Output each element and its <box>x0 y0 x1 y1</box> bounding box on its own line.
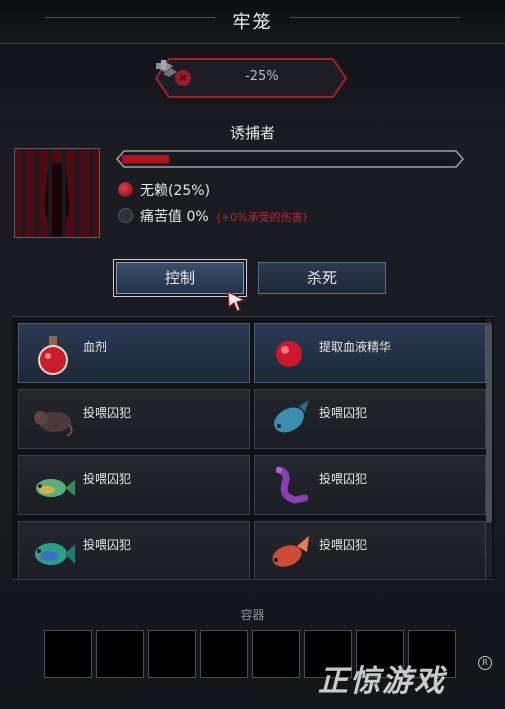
blocks-small-icon <box>156 60 166 69</box>
slot-feed-purple-eel[interactable]: 投喂囚犯 <box>254 455 486 515</box>
red-fish-icon <box>272 536 309 567</box>
pain-text: 痛苦值 0% <box>140 209 209 225</box>
trait-text: 无赖(25%) <box>140 183 211 199</box>
slot-feed-green-fish[interactable]: 投喂囚犯 <box>18 521 250 579</box>
prisoner-portrait <box>14 148 100 238</box>
pain-face-icon <box>118 208 133 223</box>
slot-label: 投喂囚犯 <box>319 538 368 552</box>
slot-label: 投喂囚犯 <box>83 538 132 552</box>
buff-value: -25% <box>245 69 279 84</box>
purple-eel-icon <box>275 466 309 504</box>
container-slot[interactable] <box>200 630 248 678</box>
cage-buff-banner[interactable]: × -25% <box>155 58 347 98</box>
slot-label: 投喂囚犯 <box>319 472 368 486</box>
mouse-cursor-icon <box>227 290 246 312</box>
container-slot[interactable] <box>252 630 300 678</box>
container-slot[interactable] <box>44 630 92 678</box>
slot-blood-essence[interactable]: 提取血液精华 <box>254 323 486 383</box>
container-slot[interactable] <box>96 630 144 678</box>
kill-button[interactable]: 杀死 <box>258 262 386 294</box>
container-slot[interactable] <box>148 630 196 678</box>
pain-note: (+0%承受的伤害) <box>216 211 307 224</box>
title-bar: 牢笼 <box>0 0 505 44</box>
slot-label: 提取血液精华 <box>319 340 392 354</box>
green-fish-icon <box>35 543 75 565</box>
slot-label: 投喂囚犯 <box>83 406 132 420</box>
slot-feed-red-fish[interactable]: 投喂囚犯 <box>254 521 486 579</box>
registered-mark-icon: R <box>478 656 492 670</box>
blue-fish-icon <box>274 400 309 433</box>
slot-label: 投喂囚犯 <box>319 406 368 420</box>
pain-row: 痛苦值 0% (+0%承受的伤害) <box>118 206 307 226</box>
blood-potion-icon <box>38 336 68 375</box>
slot-feed-rat[interactable]: 投喂囚犯 <box>18 389 250 449</box>
scrollbar-thumb[interactable] <box>486 323 492 523</box>
rat-icon <box>34 411 73 437</box>
slot-feed-blue-fish[interactable]: 投喂囚犯 <box>254 389 486 449</box>
watermark: 正惊游戏 <box>318 664 446 699</box>
slot-label: 投喂囚犯 <box>83 472 132 486</box>
action-grid[interactable]: 血剂 提取血液精华 投喂囚犯 投喂囚犯 投喂囚犯 投喂囚犯 投喂囚犯 投喂囚犯 <box>12 316 494 580</box>
rainbow-fish-icon <box>36 479 75 497</box>
slot-feed-rainbow-fish[interactable]: 投喂囚犯 <box>18 455 250 515</box>
slot-label: 血剂 <box>83 340 108 354</box>
prisoner-name: 诱捕者 <box>229 124 275 142</box>
control-button[interactable]: 控制 <box>116 262 244 294</box>
trait-row: 无赖(25%) <box>118 180 210 200</box>
prisoner-health-bar <box>116 150 464 168</box>
window-title: 牢笼 <box>232 12 273 33</box>
slot-blood-potion[interactable]: 血剂 <box>18 323 250 383</box>
blood-essence-icon <box>276 341 302 367</box>
container-label: 容器 <box>240 608 265 622</box>
blood-drop-icon <box>118 182 133 197</box>
